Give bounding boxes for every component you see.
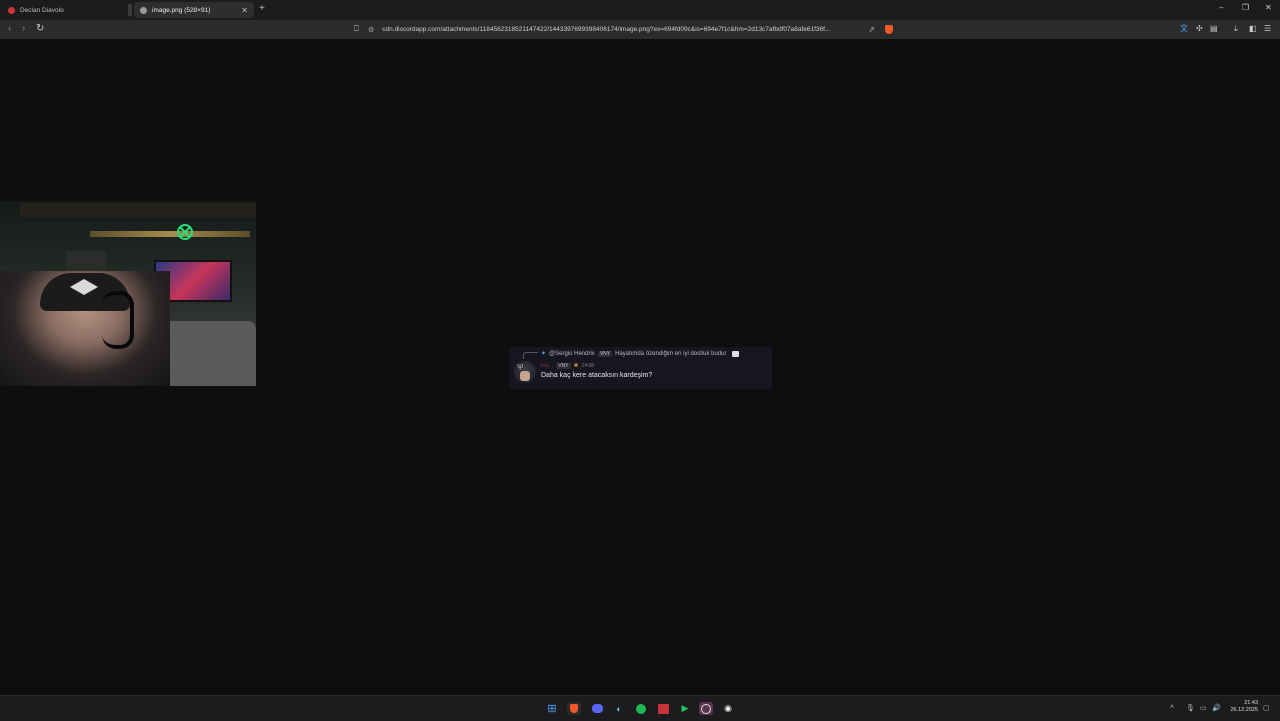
role-badge-icon: ❀ — [573, 363, 579, 369]
menu-icon[interactable]: ☰ — [1264, 23, 1271, 35]
browser-toolbar: ‹ › ↻ ⎕ ⚙ cdn.discordapp.com/attachments… — [0, 20, 1280, 39]
arrow-app-taskbar-icon[interactable]: ▶ — [678, 702, 692, 715]
volume-icon[interactable]: 🔊 — [1212, 704, 1221, 712]
extensions-icon[interactable]: ✣ — [1196, 23, 1203, 35]
obs-taskbar-icon[interactable] — [699, 702, 713, 715]
close-tab-icon[interactable]: ✕ — [241, 6, 248, 15]
message-author: Fla... — [541, 362, 554, 369]
image-attachment-icon — [731, 350, 739, 357]
message-tag: VNY — [556, 362, 571, 369]
reload-button[interactable]: ↻ — [36, 23, 44, 35]
network-icon[interactable]: ▭ — [1200, 704, 1207, 712]
url-text: cdn.discordapp.com/attachments/118456231… — [382, 26, 831, 33]
brave-favicon-icon — [8, 6, 15, 14]
reply-text: Hayatımda özendiğim en iyi dostluk budur — [615, 350, 727, 357]
forward-button[interactable]: › — [22, 23, 25, 35]
close-window-icon[interactable]: ✕ — [1265, 3, 1272, 12]
microphone-icon[interactable]: 🎙 — [1186, 704, 1195, 712]
tab-declan-diavolo[interactable]: Declan Diavolo — [2, 2, 124, 18]
webcam-ceiling — [20, 203, 256, 217]
discord-message-image: ✦ @Sergio Hendrix VNY Hayatımda özendiği… — [509, 347, 772, 389]
steam-taskbar-icon[interactable]: ◐ — [612, 702, 626, 715]
media-player-taskbar-icon[interactable]: ◉ — [721, 702, 735, 715]
webcam-overlay — [0, 201, 256, 386]
brave-shield-icon[interactable] — [884, 25, 893, 34]
restore-window-icon[interactable]: ❐ — [1242, 3, 1249, 12]
tab-image-png[interactable]: image.png (528×91) ✕ — [134, 2, 254, 18]
clock-time: 21:43 — [1244, 700, 1258, 706]
new-tab-button[interactable]: + — [259, 3, 265, 14]
site-info-icon[interactable]: ⚙ — [368, 26, 374, 34]
avatar: Ѱ — [514, 361, 536, 383]
reply-tag: VNY — [597, 350, 613, 357]
minimize-window-icon[interactable]: – — [1219, 3, 1223, 12]
tab-separator — [128, 4, 132, 16]
translate-extension-icon[interactable]: 文 — [1180, 23, 1188, 35]
address-bar[interactable]: ⚙ cdn.discordapp.com/attachments/1184562… — [368, 22, 908, 37]
tray-overflow-icon[interactable]: ˄ — [1170, 704, 1174, 711]
reply-connector — [523, 352, 538, 359]
taskbar: ⊞ ◐ ▶ ◉ ˄ 🎙 ▭ 🔊 21:43 26.12.2025 ▢ — [0, 695, 1280, 721]
wallet-icon[interactable]: ▤ — [1210, 23, 1218, 35]
spotify-taskbar-icon[interactable] — [634, 702, 648, 715]
download-icon[interactable]: ⤓ — [1234, 23, 1238, 35]
xbox-neon-logo-icon — [177, 224, 193, 240]
taskbar-clock[interactable]: 21:43 26.12.2025 — [1222, 700, 1258, 714]
reply-author: @Sergio Hendrix — [549, 350, 595, 357]
author-row: Fla... VNY ❀ 14:08 — [541, 362, 594, 369]
reply-preview: ✦ @Sergio Hendrix VNY Hayatımda özendiği… — [541, 350, 739, 357]
discord-taskbar-icon[interactable] — [590, 702, 604, 715]
globe-favicon-icon — [140, 6, 147, 14]
back-button[interactable]: ‹ — [8, 23, 11, 35]
brave-taskbar-icon[interactable] — [567, 702, 581, 715]
tab-strip: Declan Diavolo image.png (528×91) ✕ + – … — [0, 0, 1280, 20]
windows-start-icon[interactable]: ⊞ — [545, 702, 559, 715]
bookmark-icon[interactable]: ⎕ — [354, 23, 359, 35]
message-time: 14:08 — [581, 362, 595, 369]
headset-icon — [102, 291, 134, 349]
share-icon[interactable]: ⇗ — [868, 25, 875, 34]
webcam-led-strip — [90, 231, 250, 237]
reply-avatar-icon: ✦ — [541, 351, 547, 357]
calendar-taskbar-icon[interactable] — [656, 702, 670, 715]
tab-title: image.png (528×91) — [152, 6, 211, 14]
tab-title: Declan Diavolo — [20, 6, 64, 14]
clock-date: 26.12.2025 — [1230, 707, 1258, 713]
notifications-icon[interactable]: ▢ — [1263, 704, 1270, 712]
sidebar-toggle-icon[interactable]: ◧ — [1249, 23, 1257, 35]
message-content: Daha kaç kere atacaksın kardeşim? — [541, 372, 653, 379]
avatar-figure — [520, 371, 530, 381]
